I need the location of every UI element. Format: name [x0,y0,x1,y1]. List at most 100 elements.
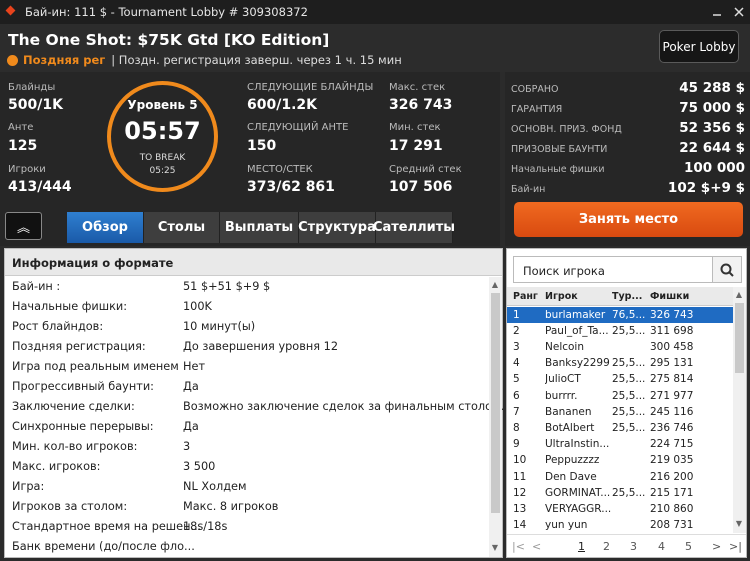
player-chips: 311 698 [650,324,694,337]
prev-page-icon[interactable]: < [532,540,541,553]
info-value: 3 500 [183,460,216,473]
tab-overview[interactable]: Обзор [67,212,144,243]
tab-structure[interactable]: Структура [298,212,376,243]
status-dot-icon [7,54,18,66]
player-row[interactable]: 3 Nelcoin 300 458 [507,339,733,355]
info-scrollbar[interactable]: ▲ ▼ [489,277,502,557]
player-chips: 216 200 [650,470,694,483]
player-rank: 1 [513,308,520,321]
page-link[interactable]: 4 [658,540,665,553]
player-name: JulioCT [545,373,581,386]
player-tour: 25,5... [612,421,646,434]
player-row[interactable]: 5 JulioCT 25,5... 275 814 [507,372,733,388]
player-panel: Поиск игрока Ранг Игрок Тур... Фишки 1 bu… [506,248,747,558]
col-tour[interactable]: Тур... [612,291,642,302]
player-row[interactable]: 9 UltraInstin... 224 715 [507,437,733,453]
player-row[interactable]: 2 Paul_of_Ta... 25,5... 311 698 [507,323,733,339]
info-value: NL Холдем [183,480,247,493]
player-row[interactable]: 14 yun yun 208 731 [507,518,733,534]
next-ante-label: СЛЕДУЮЩИЙ АНТЕ [247,122,349,133]
col-rank[interactable]: Ранг [513,291,538,302]
info-value: 100K [183,300,212,313]
prize-row-value: 100 000 [683,160,745,176]
level-timer: Уровень 5 05:57 TO BREAK 05:25 [107,81,218,192]
players-scrollbar[interactable]: ▲ ▼ [733,287,746,533]
pagination: |< < 1 2 3 4 5 > >| [507,534,746,556]
info-value: Макс. 8 игроков [183,500,279,513]
prize-row: Бай-ин 102 $+9 $ [511,180,745,198]
title-bar: Бай-ин: 111 $ - Tournament Lobby # 30930… [0,0,750,24]
prize-row-value: 22 644 $ [679,140,745,156]
player-row[interactable]: 10 Peppuzzzz 219 035 [507,453,733,469]
poker-lobby-button[interactable]: Poker Lobby [659,30,739,63]
page-link[interactable]: 5 [685,540,692,553]
first-page-icon[interactable]: |< [512,540,525,553]
close-button[interactable] [728,0,750,24]
player-tour: 25,5... [612,324,646,337]
player-rank: 6 [513,389,520,402]
next-page-icon[interactable]: > [712,540,721,553]
scroll-down-arrow-icon[interactable]: ▼ [733,519,745,528]
info-scroll-thumb[interactable] [491,293,500,513]
player-row[interactable]: 12 GORMINAT... 25,5... 215 171 [507,485,733,501]
player-rank: 13 [513,502,527,515]
avg-stack-value: 107 506 [389,179,453,195]
player-tour: 25,5... [612,373,646,386]
player-rank: 9 [513,438,520,451]
players-scroll-thumb[interactable] [735,303,744,373]
scroll-up-arrow-icon[interactable]: ▲ [489,280,501,289]
info-key: Игра: [12,480,45,493]
player-row[interactable]: 6 burrrr. 25,5... 271 977 [507,388,733,404]
player-rank: 2 [513,324,520,337]
info-key: Бай-ин : [12,280,61,293]
info-row: Стандартное время на решен... 18s/18s [5,517,489,537]
page-link[interactable]: 3 [630,540,637,553]
scroll-up-arrow-icon[interactable]: ▲ [733,290,745,299]
to-break-label: TO BREAK [139,153,186,163]
info-row: Игра: NL Холдем [5,477,489,497]
player-chips: 295 131 [650,357,694,370]
col-player[interactable]: Игрок [545,291,578,302]
tournament-header: The One Shot: $75K Gtd [KO Edition] Позд… [0,24,750,72]
registration-status: Поздняя рег | Поздн. регистрация заверш.… [7,53,402,67]
player-row[interactable]: 1 burlamaker 76,5... 326 743 [507,307,733,323]
player-search-input[interactable]: Поиск игрока [513,256,713,283]
last-page-icon[interactable]: >| [729,540,742,553]
tab-payouts[interactable]: Выплаты [220,212,299,243]
take-seat-button[interactable]: Занять место [514,202,743,237]
next-ante-value: 150 [247,138,277,154]
player-row[interactable]: 11 Den Dave 216 200 [507,469,733,485]
place-stack-value: 373/62 861 [247,179,335,195]
player-row[interactable]: 4 Banksy2299 25,5... 295 131 [507,356,733,372]
prize-row-label: ГАРАНТИЯ [511,104,563,115]
info-row: Начальные фишки: 100K [5,297,489,317]
tab-satellites[interactable]: Сателлиты [373,212,455,243]
player-row[interactable]: 8 BotAlbert 25,5... 236 746 [507,420,733,436]
player-row[interactable]: 7 Bananen 25,5... 245 116 [507,404,733,420]
search-button[interactable] [713,256,742,283]
player-chips: 208 731 [650,519,694,532]
col-chips[interactable]: Фишки [650,291,689,302]
player-chips: 300 458 [650,340,694,353]
prize-row: ПРИЗОВЫЕ БАУНТИ 22 644 $ [511,140,745,158]
scroll-down-arrow-icon[interactable]: ▼ [489,543,501,552]
page-link[interactable]: 2 [603,540,610,553]
info-key: Синхронные перерывы: [12,420,154,433]
info-row: Синхронные перерывы: Да [5,417,489,437]
player-row[interactable]: 13 VERYAGGR... 210 860 [507,501,733,517]
info-value: Да [183,420,199,433]
player-chips: 215 171 [650,486,694,499]
info-row: Бай-ин : 51 $+51 $+9 $ [5,277,489,297]
max-stack-value: 326 743 [389,97,453,113]
player-chips: 275 814 [650,373,694,386]
player-name: burrrr. [545,389,578,402]
collapse-button[interactable]: ︽ [5,212,42,240]
info-value: До завершения уровня 12 [183,340,339,353]
minimize-button[interactable] [706,0,728,24]
page-link[interactable]: 1 [578,540,585,553]
tab-tables[interactable]: Столы [144,212,220,243]
info-value: 18s/18s [183,520,228,533]
info-value: Нет [183,360,206,373]
info-row: Мин. кол-во игроков: 3 [5,437,489,457]
min-stack-label: Мин. стек [389,122,441,133]
